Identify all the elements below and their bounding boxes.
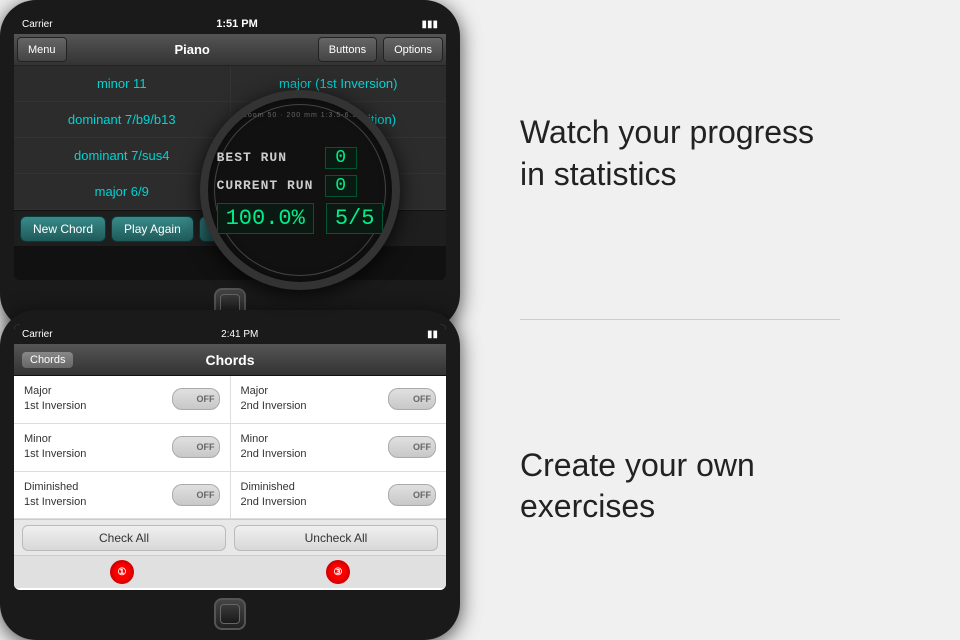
magnifier-content: Best Run 0 Current Run 0 100.0% 5/5: [207, 137, 394, 244]
uncheck-all-button[interactable]: Uncheck All: [234, 525, 438, 551]
current-run-value: 0: [325, 175, 357, 197]
top-nav-bar: Menu Piano Buttons Options: [14, 34, 446, 66]
bottom-time: 2:41 PM: [221, 329, 258, 340]
bottom-nav: Chords Chords: [14, 344, 446, 376]
chord-name-major-2nd: Major2nd Inversion: [241, 384, 307, 415]
play-again-button[interactable]: Play Again: [111, 216, 194, 242]
current-run-label: Current Run: [217, 178, 314, 193]
footer-icons: ① ③: [14, 555, 446, 588]
toggle-major-2nd[interactable]: OFF: [388, 388, 436, 410]
toggle-cell-major2: Major2nd Inversion OFF: [231, 376, 447, 423]
time-label: 1:51 PM: [216, 18, 258, 30]
right-text-area: Watch your progressin statistics Create …: [480, 0, 960, 640]
toggle-row-1: Major1st Inversion OFF Major2nd Inversio…: [14, 376, 446, 424]
footer-icon-1[interactable]: ①: [110, 560, 134, 584]
carrier-label: Carrier: [22, 19, 53, 30]
chord-cell[interactable]: minor 11: [14, 66, 231, 101]
footer-icon-2[interactable]: ③: [326, 560, 350, 584]
bottom-status-bar: Carrier 2:41 PM ▮▮: [14, 324, 446, 344]
mag-stats: 100.0% 5/5: [217, 203, 384, 234]
magnifier-lens: Zoom 50 · 200 mm 1:3.5-6.3 Best Run 0 Cu…: [200, 90, 400, 290]
new-chord-button[interactable]: New Chord: [20, 216, 106, 242]
chord-name-dim-1st: Diminished1st Inversion: [24, 480, 86, 511]
chord-row-1: minor 11 major (1st Inversion): [14, 66, 446, 102]
bottom-carrier: Carrier: [22, 329, 53, 340]
divider: [520, 319, 840, 320]
toggle-cell-major1: Major1st Inversion OFF: [14, 376, 231, 423]
bottom-phone-screen: Carrier 2:41 PM ▮▮ Chords Chords Major1s…: [14, 324, 446, 590]
chord-name-dim-2nd: Diminished2nd Inversion: [241, 480, 307, 511]
toggle-cell-dim1: Diminished1st Inversion OFF: [14, 472, 231, 519]
current-run-row: Current Run 0: [217, 175, 357, 197]
toggle-dim-1st[interactable]: OFF: [172, 484, 220, 506]
battery-label: ▮▮▮: [421, 19, 438, 30]
bottom-phone: Carrier 2:41 PM ▮▮ Chords Chords Major1s…: [0, 310, 460, 640]
toggle-minor-2nd[interactable]: OFF: [388, 436, 436, 458]
toggle-cell-minor1: Minor1st Inversion OFF: [14, 424, 231, 471]
toggle-row-3: Diminished1st Inversion OFF Diminished2n…: [14, 472, 446, 520]
toggle-cell-minor2: Minor2nd Inversion OFF: [231, 424, 447, 471]
toggle-list: Major1st Inversion OFF Major2nd Inversio…: [14, 376, 446, 519]
fraction-value: 5/5: [326, 203, 384, 234]
piano-title: Piano: [70, 34, 315, 65]
chord-cell[interactable]: dominant 7/sus4: [14, 138, 231, 173]
buttons-button[interactable]: Buttons: [318, 37, 377, 62]
headline-statistics: Watch your progressin statistics: [520, 112, 920, 195]
exercises-text: Create your ownexercises: [520, 445, 920, 528]
chord-cell[interactable]: major (1st Inversion): [231, 66, 447, 101]
toggle-cell-dim2: Diminished2nd Inversion OFF: [231, 472, 447, 519]
toggle-dim-2nd[interactable]: OFF: [388, 484, 436, 506]
chords-tab[interactable]: Chords: [22, 352, 73, 368]
toggle-major-1st[interactable]: OFF: [172, 388, 220, 410]
toggle-row-2: Minor1st Inversion OFF Minor2nd Inversio…: [14, 424, 446, 472]
bottom-buttons: Check All Uncheck All: [14, 519, 446, 555]
headline-exercises: Create your ownexercises: [520, 445, 920, 528]
top-status-bar: Carrier 1:51 PM ▮▮▮: [14, 14, 446, 34]
check-all-button[interactable]: Check All: [22, 525, 226, 551]
home-button-bottom[interactable]: [214, 598, 246, 630]
chord-name-minor-2nd: Minor2nd Inversion: [241, 432, 307, 463]
chord-name-major-1st: Major1st Inversion: [24, 384, 86, 415]
percentage-value: 100.0%: [217, 203, 314, 234]
bottom-nav-title: Chords: [206, 352, 255, 368]
menu-button[interactable]: Menu: [17, 37, 67, 62]
options-button[interactable]: Options: [383, 37, 443, 62]
bottom-battery: ▮▮: [427, 329, 438, 340]
toggle-minor-1st[interactable]: OFF: [172, 436, 220, 458]
best-run-row: Best Run 0: [217, 147, 357, 169]
chord-cell[interactable]: dominant 7/b9/b13: [14, 102, 231, 137]
magnifier-label: Zoom 50 · 200 mm 1:3.5-6.3: [243, 112, 358, 119]
chord-name-minor-1st: Minor1st Inversion: [24, 432, 86, 463]
best-run-label: Best Run: [217, 150, 287, 165]
best-run-value: 0: [325, 147, 357, 169]
home-button-bottom-inner: [220, 604, 240, 624]
statistics-text: Watch your progressin statistics: [520, 112, 920, 195]
chord-cell[interactable]: major 6/9: [14, 174, 231, 209]
